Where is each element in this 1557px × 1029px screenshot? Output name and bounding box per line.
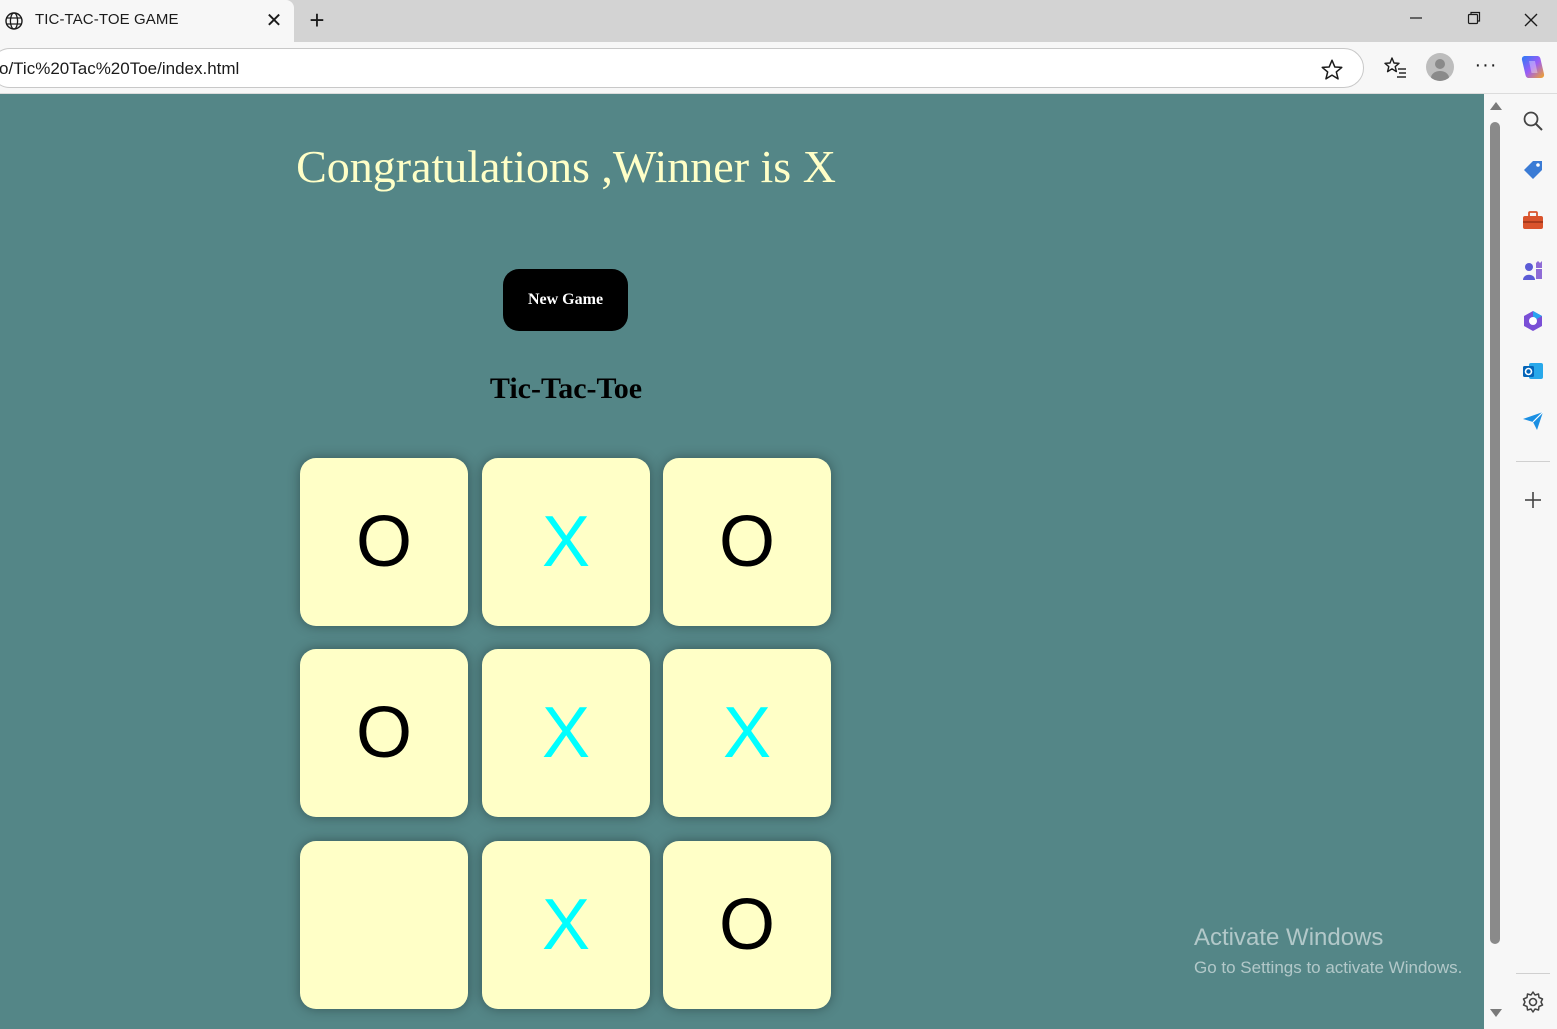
board-cell[interactable]: O (300, 458, 468, 626)
globe-icon (5, 12, 23, 30)
vertical-scrollbar[interactable] (1484, 94, 1508, 1029)
game-title: Tic-Tac-Toe (489, 372, 643, 405)
settings-icon[interactable] (1520, 989, 1546, 1015)
favorites-icon[interactable] (1381, 53, 1409, 81)
page-viewport: Congratulations ,Winner is X New Game Ti… (0, 94, 1484, 1029)
microsoft365-icon[interactable] (1520, 308, 1546, 334)
close-tab-icon[interactable]: ✕ (262, 9, 286, 33)
profile-avatar[interactable] (1426, 53, 1454, 81)
board-cell[interactable]: X (482, 841, 650, 1009)
new-tab-button[interactable]: + (302, 6, 332, 36)
edge-sidebar (1508, 94, 1557, 1029)
board-cell[interactable]: X (663, 649, 831, 817)
restore-icon (1467, 11, 1481, 25)
copilot-icon[interactable] (1518, 52, 1548, 82)
close-window-button[interactable] (1511, 6, 1551, 36)
watermark-subtitle: Go to Settings to activate Windows. (1194, 958, 1463, 977)
tag-icon[interactable] (1520, 158, 1546, 184)
activate-windows-watermark: Activate Windows Go to Settings to activ… (1194, 924, 1462, 978)
browser-toolbar: o/Tic%20Tac%20Toe/index.html ··· (0, 42, 1557, 94)
minimize-button[interactable] (1396, 6, 1436, 36)
more-options-icon[interactable]: ··· (1472, 53, 1500, 81)
board-cell[interactable]: X (482, 649, 650, 817)
watermark-title: Activate Windows (1194, 924, 1384, 951)
winner-message: Congratulations ,Winner is X (296, 141, 836, 192)
scrollbar-thumb[interactable] (1490, 122, 1500, 944)
add-icon[interactable] (1520, 487, 1546, 513)
board-cell[interactable]: O (300, 649, 468, 817)
search-icon[interactable] (1520, 108, 1546, 134)
board-cell[interactable]: X (482, 458, 650, 626)
scroll-up-arrow-icon[interactable] (1490, 102, 1502, 110)
send-icon[interactable] (1520, 408, 1546, 434)
tab-title: TIC-TAC-TOE GAME (35, 11, 179, 28)
board-cell[interactable]: O (663, 841, 831, 1009)
scroll-down-arrow-icon[interactable] (1490, 1009, 1502, 1017)
close-icon (1524, 13, 1538, 27)
browser-tab[interactable]: TIC-TAC-TOE GAME ✕ (0, 0, 294, 42)
avatar-icon (1431, 59, 1449, 81)
outlook-icon[interactable] (1520, 358, 1546, 384)
minimize-icon (1410, 17, 1422, 19)
sidebar-divider (1516, 973, 1550, 974)
favorite-star-icon[interactable] (1319, 57, 1345, 83)
toolbox-icon[interactable] (1520, 208, 1546, 234)
address-bar[interactable]: o/Tic%20Tac%20Toe/index.html (0, 48, 1364, 88)
sidebar-divider (1516, 461, 1550, 462)
games-icon[interactable] (1520, 258, 1546, 284)
restore-button[interactable] (1454, 6, 1494, 36)
board-cell[interactable]: O (663, 458, 831, 626)
board-cell[interactable] (300, 841, 468, 1009)
url-text[interactable]: o/Tic%20Tac%20Toe/index.html (0, 59, 239, 79)
new-game-button[interactable]: New Game (503, 269, 628, 331)
title-bar: TIC-TAC-TOE GAME ✕ + (0, 0, 1557, 42)
game-board: O X O O X X X O (300, 458, 832, 1010)
